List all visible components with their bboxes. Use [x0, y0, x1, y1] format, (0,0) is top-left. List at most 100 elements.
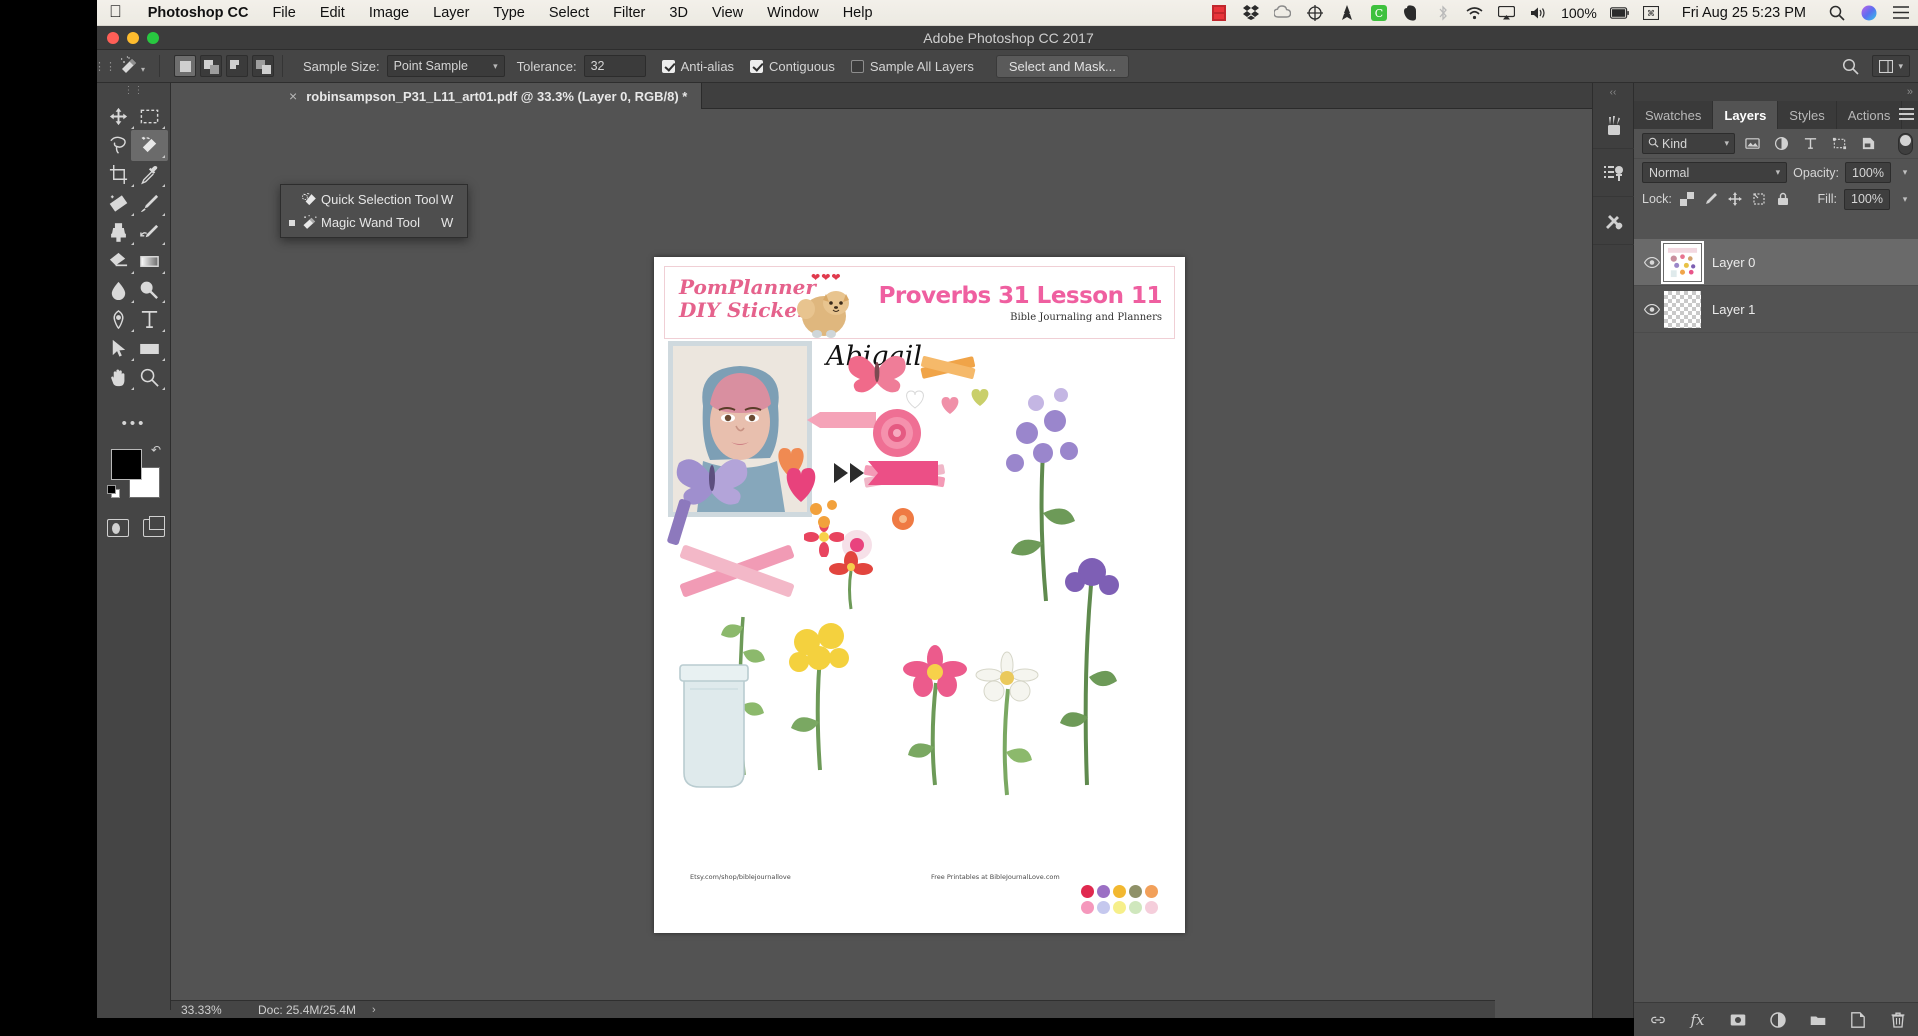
input-source-icon[interactable]: ⌘: [1642, 4, 1661, 22]
add-to-selection-button[interactable]: [200, 55, 222, 77]
creative-cloud-icon[interactable]: [1273, 4, 1292, 22]
evernote-icon[interactable]: [1401, 4, 1420, 22]
pixel-layer-filter-icon[interactable]: [1740, 133, 1764, 154]
magic-wand-icon[interactable]: ▾: [113, 50, 151, 83]
layer-thumbnail[interactable]: [1664, 244, 1701, 281]
wifi-icon[interactable]: [1465, 4, 1484, 22]
menu-window[interactable]: Window: [755, 5, 831, 21]
document-tab[interactable]: × robinsampson_P31_L11_art01.pdf @ 33.3%…: [280, 83, 702, 109]
rocket-icon[interactable]: [1337, 4, 1356, 22]
gradient-tool[interactable]: [131, 246, 168, 277]
tab-swatches[interactable]: Swatches: [1634, 101, 1713, 129]
opacity-chevron-down-icon[interactable]: ▾: [1897, 162, 1913, 183]
anti-alias-checkbox[interactable]: Anti-alias: [662, 59, 734, 74]
volume-icon[interactable]: [1529, 4, 1548, 22]
apple-menu-icon[interactable]: : [97, 3, 136, 20]
panel-collapse-button[interactable]: »: [1634, 83, 1918, 101]
siri-icon[interactable]: [1859, 4, 1878, 22]
lock-position-icon[interactable]: [1727, 191, 1744, 208]
panel-menu-icon[interactable]: [1899, 108, 1914, 123]
type-tool[interactable]: [131, 304, 168, 335]
tool-preset-caret-icon[interactable]: ▾: [141, 65, 145, 74]
zoom-tool[interactable]: [131, 362, 168, 393]
new-adjustment-layer-icon[interactable]: [1769, 1011, 1787, 1029]
spotlight-icon[interactable]: [1827, 4, 1846, 22]
menu-filter[interactable]: Filter: [601, 5, 657, 21]
rectangular-marquee-tool[interactable]: [131, 101, 168, 132]
layer-visibility-icon[interactable]: [1640, 257, 1664, 268]
menu-type[interactable]: Type: [481, 5, 536, 21]
quick-mask-mode-button[interactable]: [107, 519, 129, 537]
screen-recorder-icon[interactable]: [1209, 4, 1228, 22]
fill-value[interactable]: 100%: [1844, 189, 1890, 210]
smart-object-filter-icon[interactable]: [1856, 133, 1880, 154]
tab-actions[interactable]: Actions: [1837, 101, 1903, 129]
eyedropper-tool[interactable]: [131, 159, 168, 190]
lock-transparent-pixels-icon[interactable]: [1679, 191, 1696, 208]
airplay-icon[interactable]: [1497, 4, 1516, 22]
new-layer-icon[interactable]: [1849, 1011, 1867, 1029]
menu-view[interactable]: View: [700, 5, 755, 21]
sample-all-layers-checkbox[interactable]: Sample All Layers: [851, 59, 974, 74]
zoom-level[interactable]: 33.33%: [171, 1003, 246, 1017]
menu-file[interactable]: File: [260, 5, 307, 21]
flyout-quick-selection-tool[interactable]: Quick Selection Tool W: [281, 188, 467, 211]
tab-styles[interactable]: Styles: [1778, 101, 1836, 129]
tool-presets-panel-button[interactable]: [1593, 197, 1634, 245]
clone-source-panel-button[interactable]: [1593, 149, 1634, 197]
brush-tool[interactable]: [131, 188, 168, 219]
foreground-color-swatch[interactable]: [111, 449, 142, 480]
screen-mode-button[interactable]: [143, 519, 165, 537]
tools-panel-grip[interactable]: ⋮⋮: [97, 83, 170, 97]
filter-kind-select[interactable]: Kind ▾: [1642, 133, 1735, 154]
filter-enable-toggle[interactable]: [1898, 133, 1913, 155]
menu-app-name[interactable]: Photoshop CC: [136, 5, 261, 21]
link-layers-icon[interactable]: [1649, 1011, 1667, 1029]
lock-artboard-nesting-icon[interactable]: [1751, 191, 1768, 208]
subtract-from-selection-button[interactable]: [226, 55, 248, 77]
c-app-icon[interactable]: C: [1369, 4, 1388, 22]
type-layer-filter-icon[interactable]: [1798, 133, 1822, 154]
workspace-switcher-button[interactable]: ▾: [1872, 55, 1910, 77]
rail-grip[interactable]: ‹‹: [1593, 83, 1633, 101]
shape-layer-filter-icon[interactable]: [1827, 133, 1851, 154]
bluetooth-icon[interactable]: [1433, 4, 1452, 22]
layer-visibility-icon[interactable]: [1640, 304, 1664, 315]
quick-selection-tool[interactable]: [131, 130, 168, 161]
battery-icon[interactable]: [1610, 4, 1629, 22]
more-tools-button[interactable]: •••: [111, 415, 157, 432]
lock-image-pixels-icon[interactable]: [1703, 191, 1720, 208]
dropbox-icon[interactable]: [1241, 4, 1260, 22]
menubar-clock[interactable]: Fri Aug 25 5:23 PM: [1674, 5, 1814, 21]
new-group-icon[interactable]: [1809, 1011, 1827, 1029]
layer-row-0[interactable]: Layer 0: [1634, 239, 1918, 286]
add-layer-mask-icon[interactable]: [1729, 1011, 1747, 1029]
rectangle-tool[interactable]: [131, 333, 168, 364]
menu-image[interactable]: Image: [357, 5, 421, 21]
blend-mode-select[interactable]: Normal ▾: [1642, 162, 1787, 183]
crosshair-icon[interactable]: [1305, 4, 1324, 22]
minimize-window-button[interactable]: [127, 32, 139, 44]
intersect-selection-button[interactable]: [252, 55, 274, 77]
status-expand-icon[interactable]: ›: [356, 1004, 376, 1016]
swap-colors-icon[interactable]: ↶: [151, 443, 161, 457]
fx-icon[interactable]: fx: [1689, 1011, 1707, 1029]
history-brush-tool[interactable]: [131, 217, 168, 248]
fill-chevron-down-icon[interactable]: ▾: [1897, 189, 1913, 210]
dodge-tool[interactable]: [131, 275, 168, 306]
layer-thumbnail[interactable]: [1664, 291, 1701, 328]
tab-layers[interactable]: Layers: [1713, 101, 1778, 129]
close-window-button[interactable]: [107, 32, 119, 44]
document-canvas[interactable]: PomPlanner DIY Stickers ❤❤❤: [654, 257, 1185, 933]
delete-layer-icon[interactable]: [1889, 1011, 1907, 1029]
menu-layer[interactable]: Layer: [421, 5, 481, 21]
new-selection-button[interactable]: [174, 55, 196, 77]
layer-row-1[interactable]: Layer 1: [1634, 286, 1918, 333]
sample-size-select[interactable]: Point Sample ▾: [387, 55, 505, 77]
menu-3d[interactable]: 3D: [657, 5, 700, 21]
opacity-value[interactable]: 100%: [1845, 162, 1891, 183]
lock-all-icon[interactable]: [1775, 191, 1792, 208]
search-icon[interactable]: [1838, 54, 1862, 78]
contiguous-checkbox[interactable]: Contiguous: [750, 59, 835, 74]
notification-center-icon[interactable]: [1891, 4, 1910, 22]
